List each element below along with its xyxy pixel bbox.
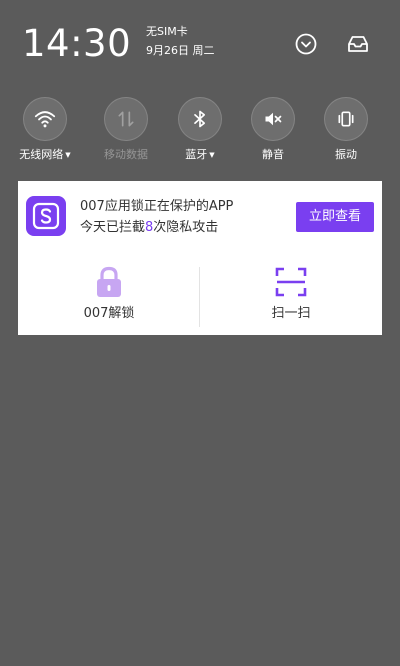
notification-center-button[interactable]	[344, 30, 372, 58]
toggle-wifi-label: 无线网络 ▼	[19, 148, 71, 161]
toggle-wifi-circle[interactable]	[23, 97, 67, 141]
speaker-mute-icon	[265, 112, 282, 126]
toggle-mobile-data-circle[interactable]	[104, 97, 148, 141]
toggle-mobile-data-label: 移动数据	[104, 148, 148, 161]
dropdown-caret-icon[interactable]: ▼	[209, 151, 214, 159]
sim-status: 无SIM卡	[146, 25, 188, 38]
notification-shade: 14:30 无SIM卡 9月26日 周二 无线网络 ▼ 移动数据 蓝牙 ▼ 静音…	[0, 0, 400, 666]
lock-icon	[97, 266, 121, 297]
scan-label: 扫一扫	[271, 306, 311, 321]
mobile-data-icon	[118, 111, 134, 127]
vibrate-icon	[338, 111, 354, 127]
toggle-bluetooth-label: 蓝牙 ▼	[185, 148, 215, 161]
clock: 14:30	[22, 22, 132, 65]
toggle-mute[interactable]: 静音	[243, 97, 303, 162]
dropdown-caret-icon[interactable]: ▼	[65, 151, 70, 159]
action-divider	[199, 267, 200, 327]
toggle-vibrate-circle[interactable]	[324, 97, 368, 141]
unlock-action[interactable]: 007解锁	[34, 263, 184, 322]
notification-summary: 今天已拦截8次隐私攻击	[80, 220, 219, 235]
inbox-tray-icon	[348, 36, 368, 52]
expand-toggles-button[interactable]	[292, 30, 320, 58]
toggle-mute-label: 静音	[262, 148, 284, 161]
notification-title: 007应用锁正在保护的APP	[80, 199, 234, 214]
app-lock-notification[interactable]: 007应用锁正在保护的APP 今天已拦截8次隐私攻击 立即查看 007解锁 扫一…	[18, 181, 382, 335]
unlock-label: 007解锁	[83, 306, 135, 321]
view-now-button[interactable]: 立即查看	[296, 202, 374, 232]
toggle-bluetooth[interactable]: 蓝牙 ▼	[170, 97, 230, 162]
scan-icon	[275, 267, 307, 297]
scan-action[interactable]: 扫一扫	[216, 263, 366, 322]
app-s-logo-icon	[32, 202, 60, 230]
toggle-wifi[interactable]: 无线网络 ▼	[15, 97, 75, 162]
toggle-bluetooth-circle[interactable]	[178, 97, 222, 141]
chevron-down-circle-icon	[295, 33, 317, 55]
date: 9月26日 周二	[146, 44, 215, 57]
toggle-vibrate-label: 振动	[335, 148, 357, 161]
toggle-mobile-data[interactable]: 移动数据	[96, 97, 156, 162]
toggle-vibrate[interactable]: 振动	[316, 97, 376, 162]
app-lock-logo	[26, 196, 66, 236]
wifi-icon	[34, 111, 56, 128]
bluetooth-icon	[194, 110, 205, 128]
toggle-mute-circle[interactable]	[251, 97, 295, 141]
